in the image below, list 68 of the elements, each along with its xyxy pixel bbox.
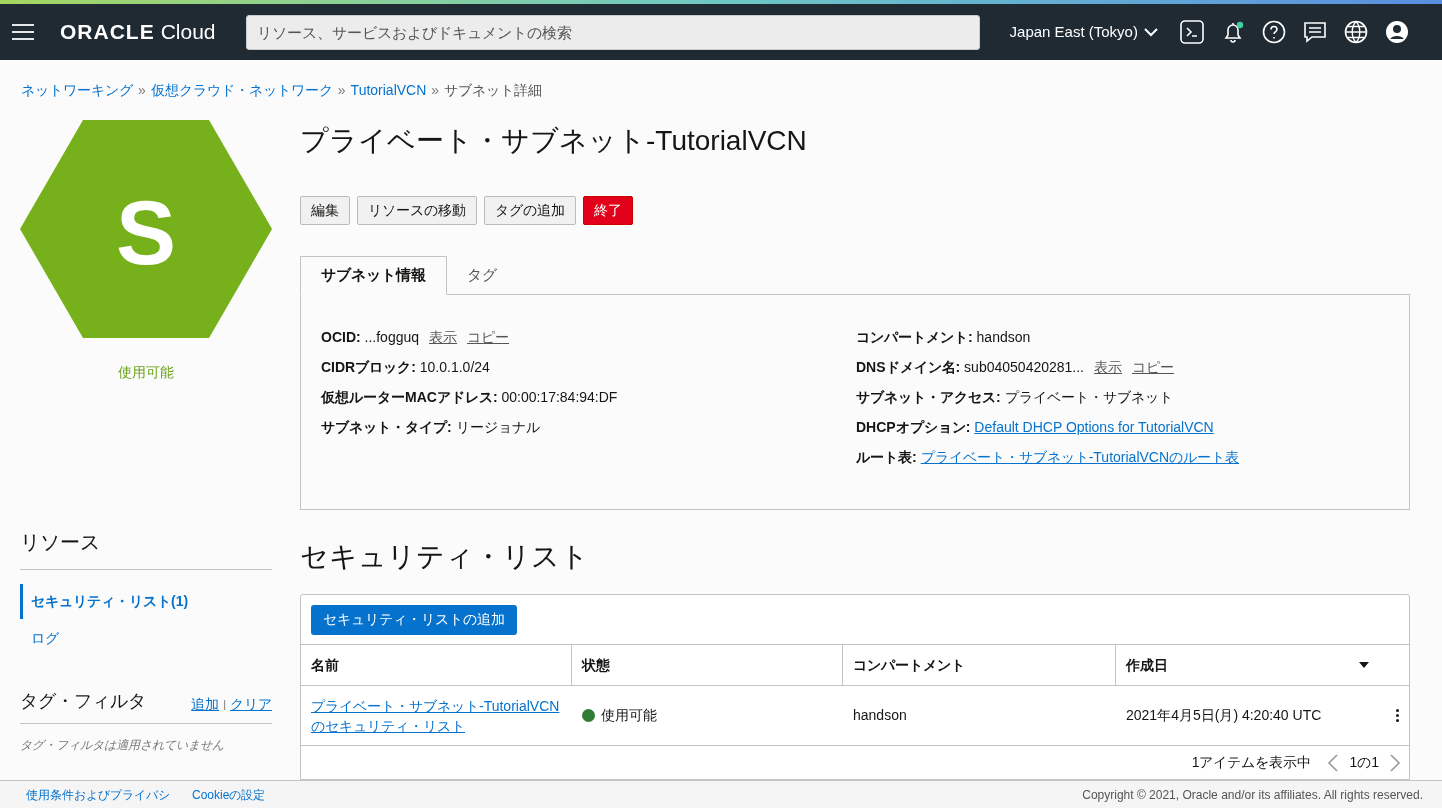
detail-field: コンパートメント: handson bbox=[856, 326, 1031, 348]
table-cell-text: 使用可能 bbox=[601, 706, 657, 725]
sidebar-item[interactable]: ログ bbox=[20, 621, 272, 656]
table-cell-text: handson bbox=[853, 706, 907, 725]
column-header: 作成日 bbox=[1126, 655, 1168, 675]
table-cell-text: 2021年4月5日(月) 4:20:40 UTC bbox=[1126, 706, 1322, 725]
breadcrumb-link[interactable]: ネットワーキング bbox=[21, 80, 133, 101]
empty-filter-message: タグ・フィルタは適用されていません bbox=[20, 737, 225, 754]
security-list-link[interactable]: プライベート・サブネット-TutorialVCN のセキュリティ・リスト bbox=[311, 695, 560, 736]
item-count: 1アイテムを表示中 bbox=[1191, 753, 1312, 772]
breadcrumb-link[interactable]: TutorialVCN bbox=[350, 80, 427, 101]
breadcrumb-current: サブネット詳細 bbox=[444, 81, 543, 100]
detail-field: サブネット・タイプ: リージョナル bbox=[321, 416, 540, 438]
detail-field: サブネット・アクセス: プライベート・サブネット bbox=[856, 386, 1173, 408]
previous-page-icon[interactable] bbox=[1327, 753, 1340, 772]
breadcrumb-separator: » bbox=[138, 81, 146, 100]
kebab-menu-icon[interactable] bbox=[1396, 709, 1399, 722]
footer-link[interactable]: 使用条件およびプライバシ bbox=[26, 785, 170, 804]
next-page-icon[interactable] bbox=[1389, 753, 1401, 772]
column-header: 状態 bbox=[582, 655, 610, 675]
action-button[interactable]: 編集 bbox=[300, 196, 350, 225]
search-field[interactable]: リソース、サービスおよびドキュメントの検索 bbox=[245, 14, 980, 50]
terminate-button[interactable]: 終了 bbox=[583, 196, 633, 225]
breadcrumb-separator: » bbox=[431, 81, 440, 100]
clear-link[interactable]: クリア bbox=[230, 694, 272, 715]
action-button[interactable]: リソースの移動 bbox=[357, 196, 477, 225]
detail-action-link[interactable]: コピー bbox=[467, 326, 510, 348]
detail-field: 仮想ルーターMACアドレス: 00:00:17:84:94:DF bbox=[321, 386, 618, 408]
chevron-down-icon bbox=[1143, 27, 1158, 37]
detail-action-link[interactable]: コピー bbox=[1132, 356, 1174, 378]
detail-field: DNSドメイン名: sub04050420281... bbox=[856, 356, 1084, 378]
detail-label: ルート表: bbox=[856, 447, 917, 467]
breadcrumb-separator: » bbox=[337, 81, 346, 100]
add-link[interactable]: 追加 bbox=[191, 694, 220, 715]
tab[interactable]: タグ bbox=[447, 256, 517, 295]
oracle-cloud-logo[interactable]: ORACLE Cloud bbox=[60, 16, 216, 48]
detail-action-link[interactable]: 表示 bbox=[1094, 356, 1122, 378]
menu-icon[interactable] bbox=[12, 24, 34, 40]
add-security-list-button[interactable]: セキュリティ・リストの追加 bbox=[311, 604, 517, 635]
detail-link[interactable]: プライベート・サブネット-TutorialVCNのルート表 bbox=[920, 446, 1240, 468]
sidebar-item[interactable]: セキュリティ・リスト(1) bbox=[20, 584, 272, 619]
region-selector[interactable]: Japan East (Tokyo) bbox=[1009, 20, 1158, 44]
chat-icon[interactable] bbox=[1302, 20, 1327, 44]
help-icon[interactable] bbox=[1261, 20, 1286, 44]
detail-field: OCID: ...fogguq bbox=[321, 326, 420, 348]
action-button[interactable]: タグの追加 bbox=[484, 196, 576, 225]
detail-action-link[interactable]: 表示 bbox=[429, 326, 458, 348]
section-heading: セキュリティ・リスト bbox=[300, 540, 590, 574]
page-indicator: 1の1 bbox=[1349, 753, 1379, 772]
detail-link[interactable]: Default DHCP Options for TutorialVCN bbox=[974, 416, 1214, 438]
page-title: プライベート・サブネット-TutorialVCN bbox=[300, 124, 808, 158]
status-label: 使用可能 bbox=[118, 363, 174, 382]
user-icon[interactable] bbox=[1384, 20, 1409, 44]
detail-label: DHCPオプション: bbox=[856, 417, 971, 437]
sort-caret-icon[interactable] bbox=[1359, 662, 1369, 668]
detail-field: CIDRブロック: 10.0.1.0/24 bbox=[321, 356, 490, 378]
tag-filter-heading: タグ・フィルタ bbox=[20, 690, 146, 713]
footer-link[interactable]: Cookieの設定 bbox=[192, 785, 266, 804]
separator: | bbox=[223, 697, 226, 713]
resources-heading: リソース bbox=[20, 530, 101, 555]
hexagon-status-icon: S bbox=[20, 120, 272, 338]
column-header: 名前 bbox=[311, 655, 339, 675]
terminal-icon[interactable] bbox=[1179, 20, 1204, 44]
column-header: コンパートメント bbox=[853, 655, 965, 675]
tab[interactable]: サブネット情報 bbox=[300, 256, 447, 295]
globe-icon[interactable] bbox=[1343, 20, 1368, 44]
copyright-text: Copyright © 2021, Oracle and/or its affiliates. All rights reserved. bbox=[1082, 786, 1423, 804]
breadcrumb-link[interactable]: 仮想クラウド・ネットワーク bbox=[150, 80, 333, 101]
